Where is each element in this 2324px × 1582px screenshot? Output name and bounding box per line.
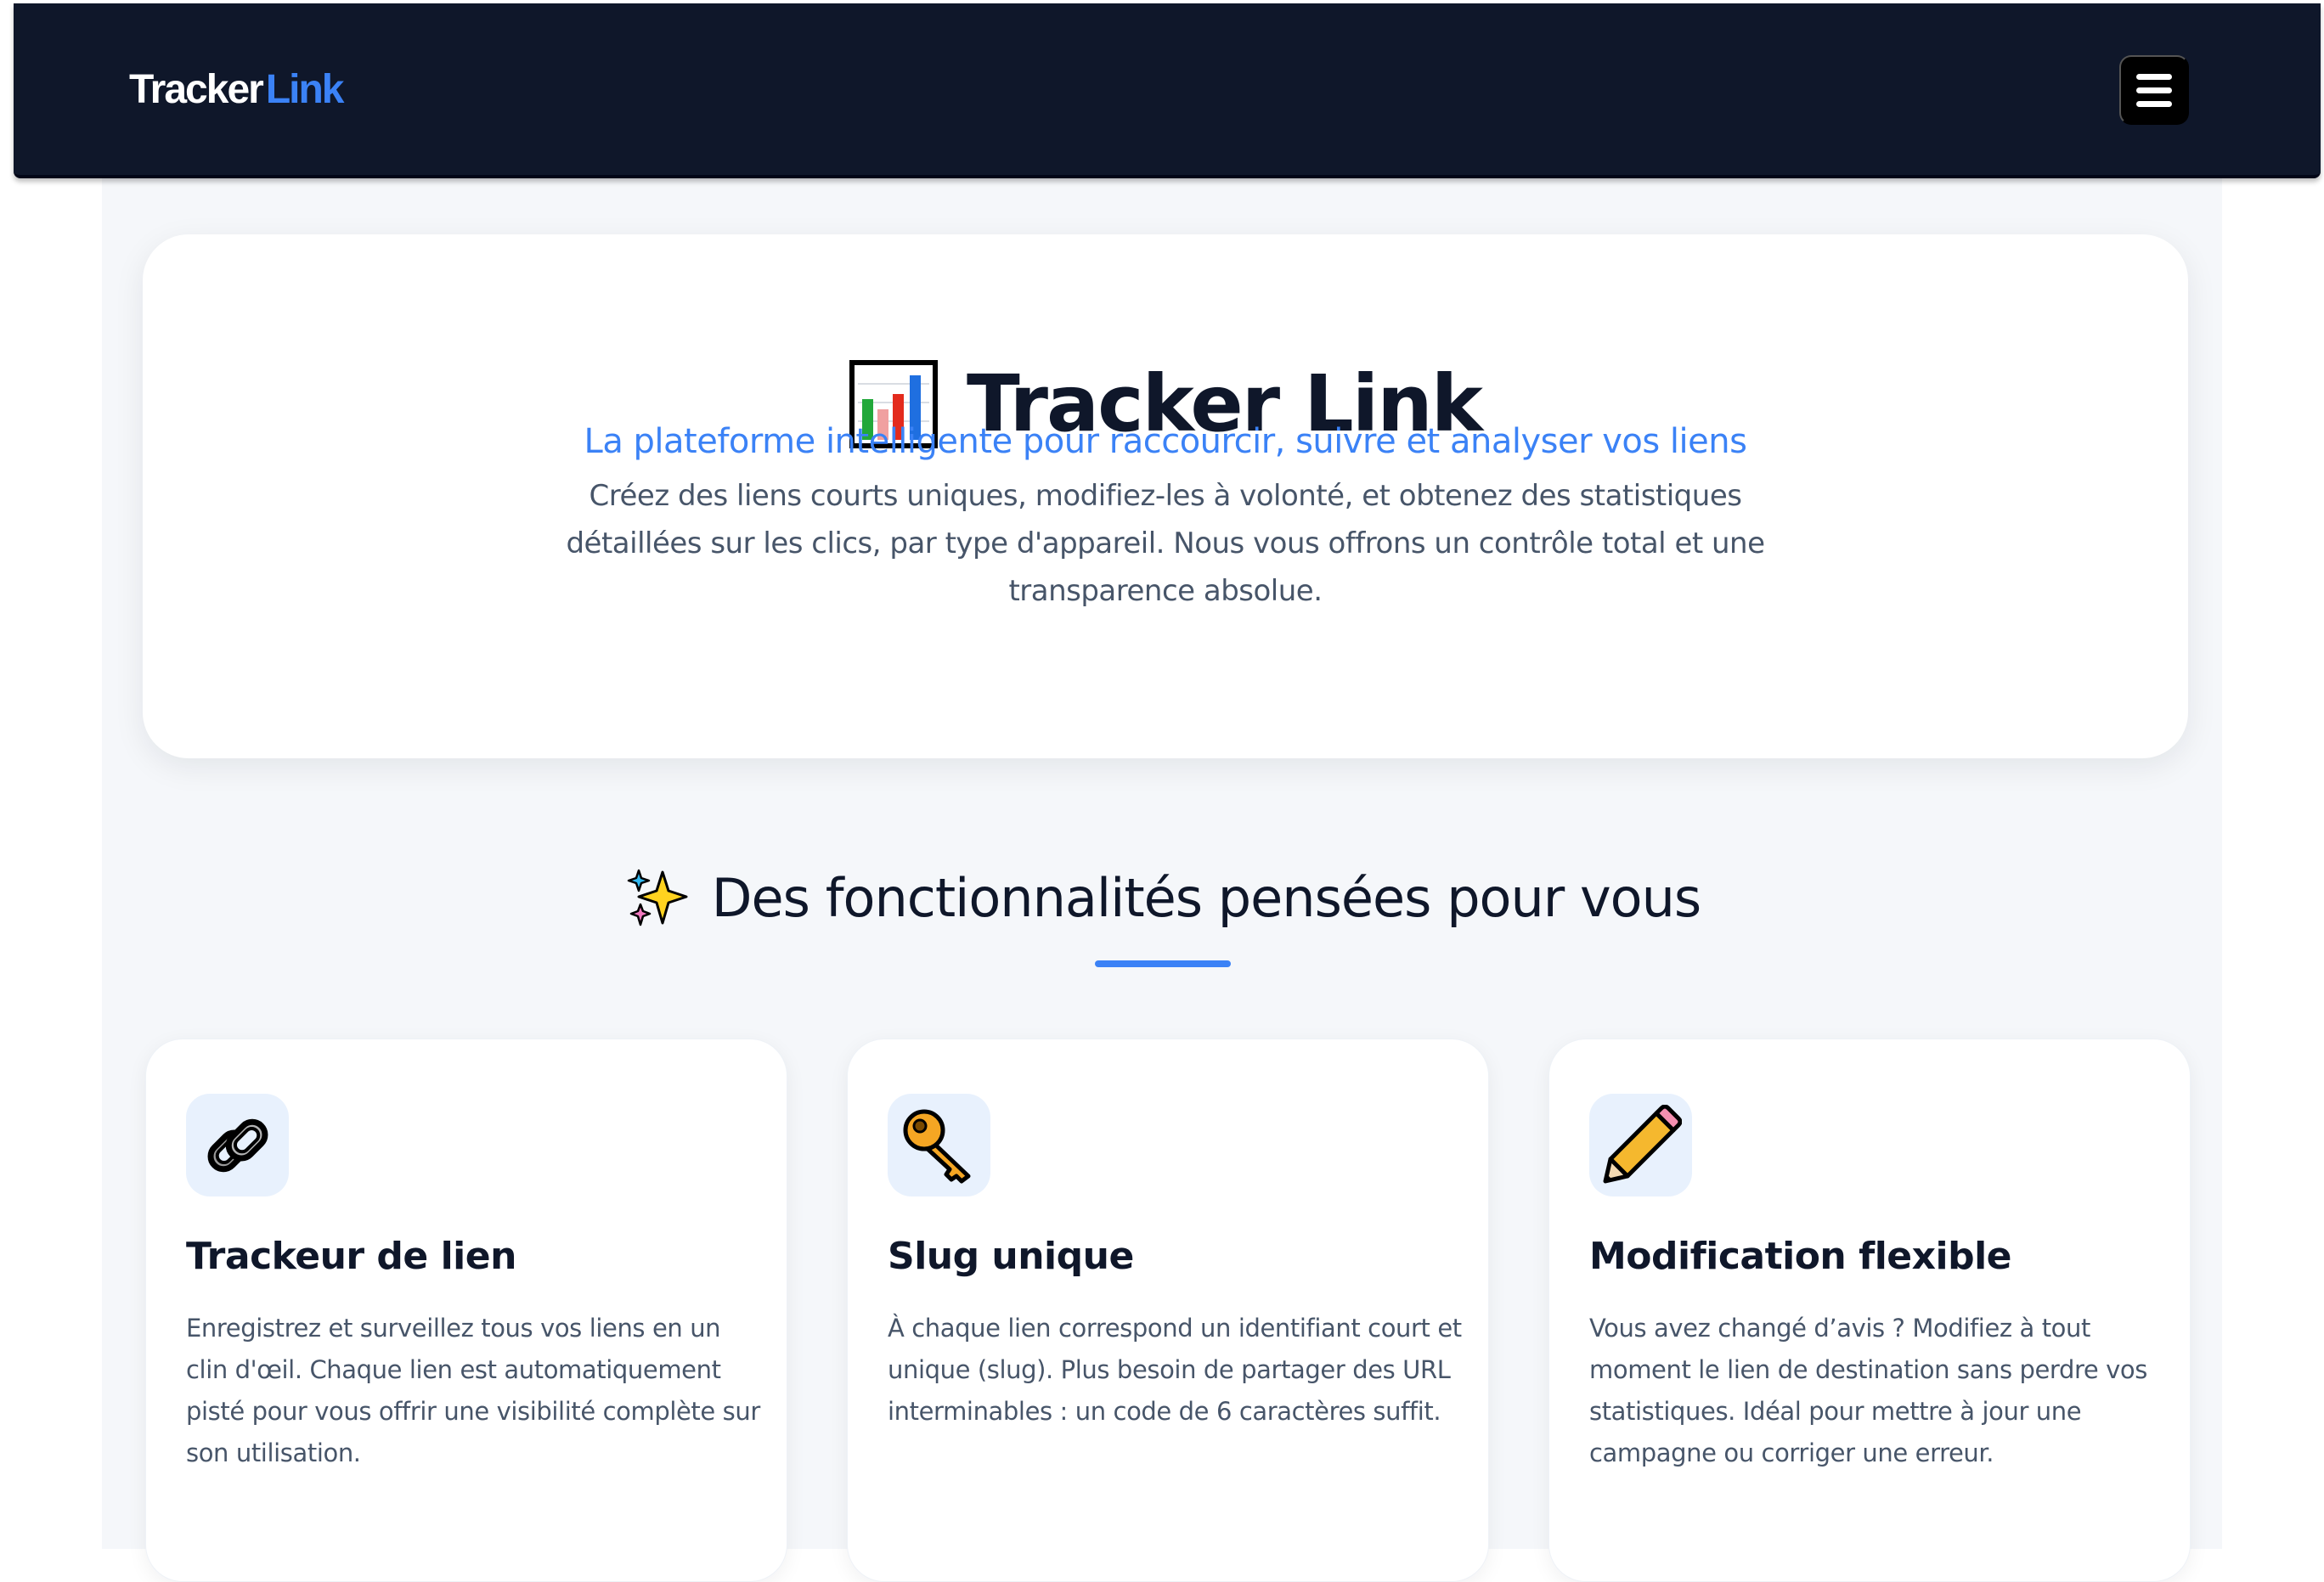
hero-subtitle: La plateforme intelligente pour raccourc… <box>584 422 1747 461</box>
hamburger-menu-icon <box>2136 73 2172 80</box>
feature-card-flexible-edit: Modification flexible Vous avez changé d… <box>1548 1039 2191 1582</box>
feature-card-link-tracker: Trackeur de lien Enregistrez et surveill… <box>145 1039 787 1582</box>
brand-logo[interactable]: TrackerLink <box>129 63 345 117</box>
feature-title: Modification flexible <box>1589 1235 2012 1278</box>
key-icon <box>903 1109 970 1183</box>
feature-icon-box <box>186 1094 289 1196</box>
features-title: Des fonctionnalités pensées pour vous <box>711 867 1701 929</box>
feature-title: Trackeur de lien <box>186 1235 516 1278</box>
hero-card: Tracker Link La plateforme intelligente … <box>143 234 2188 758</box>
pencil-icon <box>1603 1104 1682 1183</box>
feature-description: Enregistrez et surveillez tous vos liens… <box>186 1314 760 1467</box>
features-heading: Des fonctionnalités pensées pour vous <box>102 864 2222 932</box>
hero-description: Créez des liens courts uniques, modifiez… <box>566 479 1765 608</box>
hamburger-menu-button[interactable] <box>2119 55 2189 125</box>
feature-card-unique-slug: Slug unique À chaque lien correspond un … <box>847 1039 1489 1582</box>
navbar: TrackerLink <box>14 3 2321 178</box>
feature-title: Slug unique <box>888 1235 1134 1278</box>
brand-accent-text: Link <box>265 67 345 112</box>
main-content: Tracker Link La plateforme intelligente … <box>102 178 2222 1582</box>
feature-description: À chaque lien correspond un identifiant … <box>888 1314 1462 1426</box>
feature-icon-box <box>888 1094 990 1196</box>
heading-underline <box>1095 960 1231 967</box>
sparkles-icon <box>627 869 688 926</box>
brand-main-text: Tracker <box>129 67 264 112</box>
feature-icon-box <box>1589 1094 1692 1196</box>
link-icon <box>207 1118 268 1172</box>
feature-description: Vous avez changé d’avis ? Modifiez à tou… <box>1589 1314 2147 1467</box>
